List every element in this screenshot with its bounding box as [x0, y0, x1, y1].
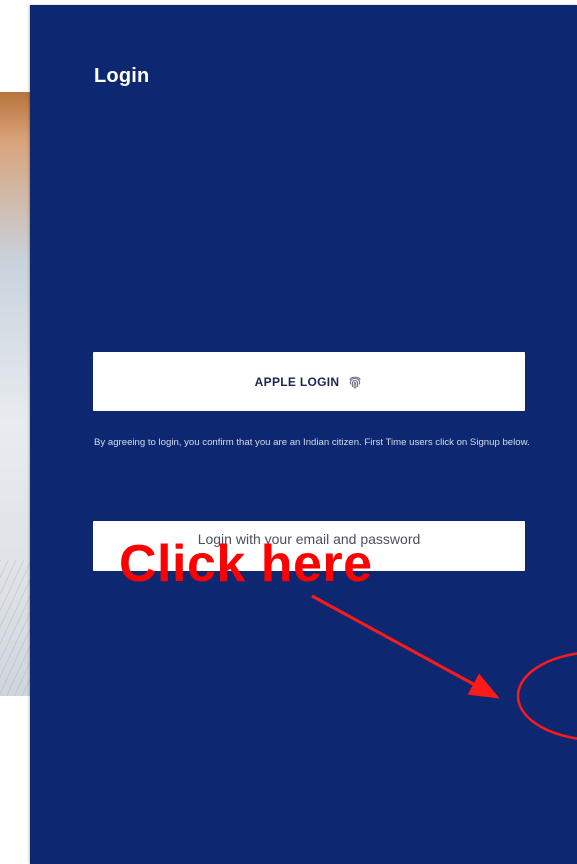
page: Login APPLE LOGIN By agreeing to login, … — [0, 0, 577, 864]
panel-title: Login — [94, 65, 150, 87]
citizenship-disclaimer: By agreeing to login, you confirm that y… — [94, 437, 530, 448]
annotation-click-here-text: Click here — [119, 535, 373, 593]
apple-login-button[interactable]: APPLE LOGIN — [93, 352, 525, 411]
apple-login-label: APPLE LOGIN — [254, 374, 340, 389]
login-panel: Login APPLE LOGIN By agreeing to login, … — [30, 5, 577, 864]
fingerprint-icon — [347, 374, 363, 390]
